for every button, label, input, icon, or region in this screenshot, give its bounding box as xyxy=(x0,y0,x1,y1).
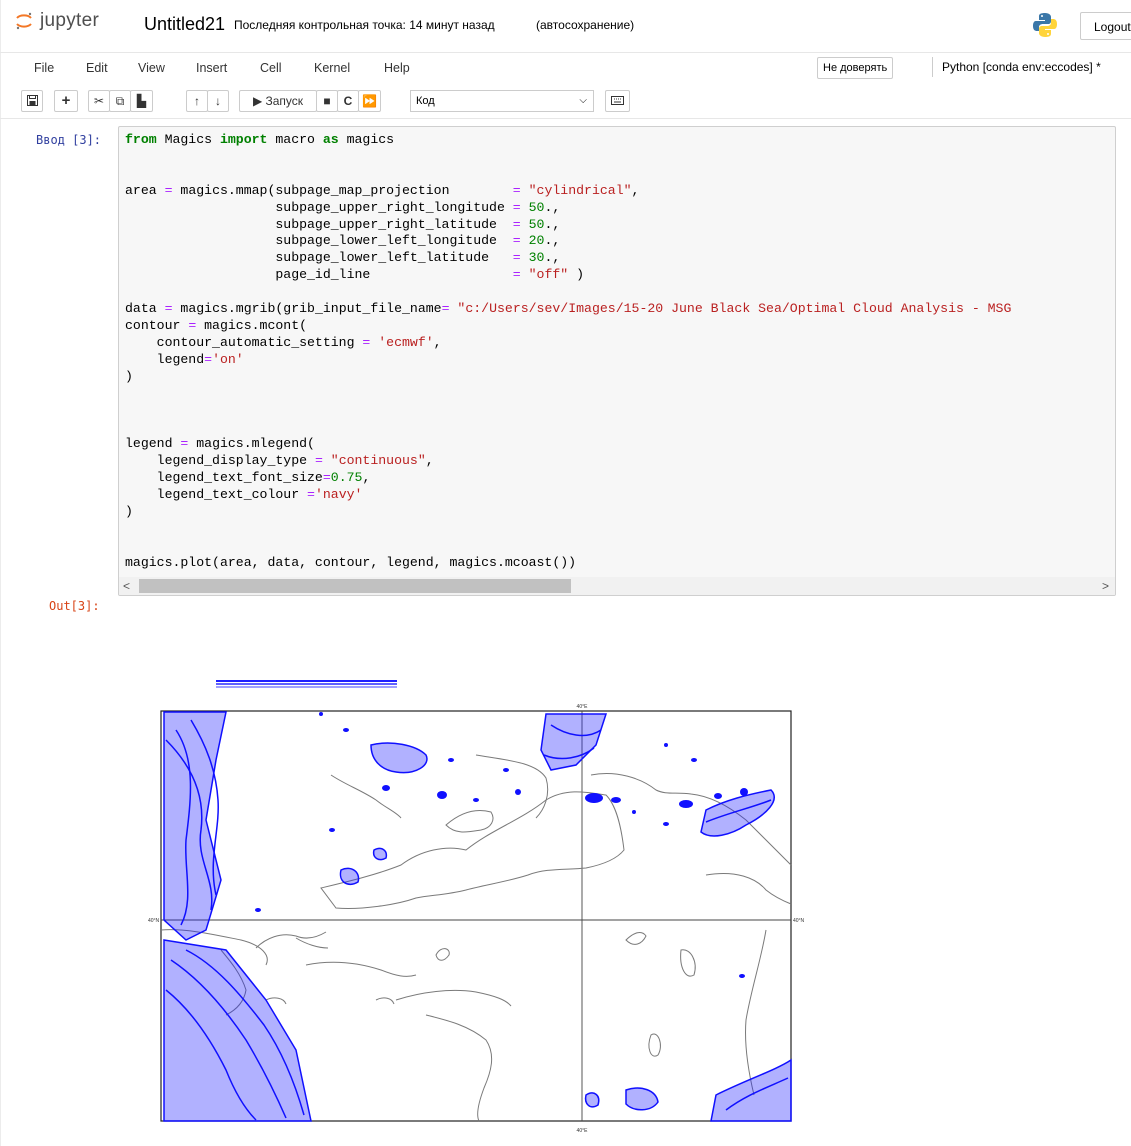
jupyter-logo[interactable]: jupyter xyxy=(14,10,99,32)
restart-button[interactable]: C xyxy=(337,90,359,112)
scrollbar-thumb[interactable] xyxy=(139,579,571,593)
toolbar: + ✂ ⧉ ▙ ↑ ↓ ▶ Запуск ■ C ⏩ Код ⌵ xyxy=(0,84,1131,119)
menu-view[interactable]: View xyxy=(138,61,165,75)
code-line[interactable]: subpage_lower_left_latitude = 30., xyxy=(125,250,560,265)
logout-button[interactable]: Logout xyxy=(1080,12,1131,40)
lat-label-left: 40°N xyxy=(148,918,160,924)
code-line[interactable]: legend='on' xyxy=(125,352,244,367)
input-prompt: Ввод [3]: xyxy=(36,133,102,147)
command-palette-button[interactable] xyxy=(605,90,630,112)
output-prompt: Out[3]: xyxy=(49,599,100,613)
code-line[interactable]: page_id_line = "off" ) xyxy=(125,267,584,282)
chevron-down-icon: ⌵ xyxy=(579,95,587,106)
code-line[interactable]: contour_automatic_setting = 'ecmwf', xyxy=(125,335,442,350)
code-line[interactable]: data = magics.mgrib(grib_input_file_name… xyxy=(125,301,1011,316)
checkpoint-status: Последняя контрольная точка: 14 минут на… xyxy=(234,18,495,32)
contour-legend-bar xyxy=(216,680,397,688)
save-icon xyxy=(26,95,38,106)
code-line[interactable]: subpage_upper_right_longitude = 50., xyxy=(125,200,560,215)
code-line[interactable]: subpage_upper_right_latitude = 50., xyxy=(125,217,560,232)
code-line[interactable]: legend_text_font_size=0.75, xyxy=(125,470,371,485)
lon-label-bottom: 40°E xyxy=(577,1128,589,1134)
restart-icon: C xyxy=(343,94,353,108)
menu-cell[interactable]: Cell xyxy=(260,61,282,75)
menu-kernel[interactable]: Kernel xyxy=(314,61,350,75)
cell-type-value: Код xyxy=(416,95,435,107)
scroll-left-icon[interactable]: < xyxy=(123,577,130,595)
page-left-border xyxy=(0,0,1,1146)
paste-button[interactable]: ▙ xyxy=(130,90,153,112)
lon-label-top: 40°E xyxy=(577,704,589,710)
code-line[interactable]: area = magics.mmap(subpage_map_projectio… xyxy=(125,183,639,198)
fast-forward-icon: ⏩ xyxy=(362,94,377,108)
map-output-plot: 40°E 40°E 40°N 40°N xyxy=(148,704,805,1134)
menu-help[interactable]: Help xyxy=(384,61,410,75)
lat-label-right: 40°N xyxy=(793,918,805,924)
cut-button[interactable]: ✂ xyxy=(88,90,110,112)
scissors-icon: ✂ xyxy=(93,94,105,108)
menu-edit[interactable]: Edit xyxy=(86,61,108,75)
menu-insert[interactable]: Insert xyxy=(196,61,227,75)
code-input-area[interactable]: from Magics import macro as magics area … xyxy=(118,126,1116,596)
paste-icon: ▙ xyxy=(136,94,147,108)
insert-cell-button[interactable]: + xyxy=(54,90,78,112)
code-line[interactable]: contour = magics.mcont( xyxy=(125,318,307,333)
autosave-status: (автосохранение) xyxy=(536,18,635,32)
stop-icon: ■ xyxy=(323,94,331,108)
kernel-indicator[interactable]: Python [conda env:eccodes] * xyxy=(932,57,1101,77)
keyboard-icon xyxy=(611,96,624,105)
code-editor[interactable]: from Magics import macro as magics area … xyxy=(125,132,1011,572)
code-line[interactable]: ) xyxy=(125,369,133,384)
menubar: File Edit View Insert Cell Kernel Help Н… xyxy=(0,52,1131,85)
trust-button[interactable]: Не доверять xyxy=(817,57,894,79)
code-line[interactable]: legend_text_colour ='navy' xyxy=(125,487,363,502)
code-line[interactable]: ) xyxy=(125,504,133,519)
run-button[interactable]: ▶ Запуск xyxy=(239,90,317,112)
plus-icon: + xyxy=(61,92,71,109)
notebook-header: jupyter Untitled21 Последняя контрольная… xyxy=(0,0,1131,52)
notebook-name[interactable]: Untitled21 xyxy=(144,14,225,35)
arrow-up-icon: ↑ xyxy=(194,94,200,108)
python-logo-icon xyxy=(1033,13,1057,37)
code-line[interactable]: from Magics import macro as magics xyxy=(125,132,394,147)
copy-icon: ⧉ xyxy=(115,94,125,108)
scroll-right-icon[interactable]: > xyxy=(1102,577,1109,595)
jupyter-ring-icon xyxy=(16,12,32,30)
move-up-button[interactable]: ↑ xyxy=(186,90,208,112)
cell-type-select[interactable]: Код ⌵ xyxy=(410,90,594,112)
horizontal-scrollbar[interactable]: < > xyxy=(119,577,1115,595)
copy-button[interactable]: ⧉ xyxy=(109,90,131,112)
interrupt-button[interactable]: ■ xyxy=(316,90,338,112)
restart-run-all-button[interactable]: ⏩ xyxy=(358,90,381,112)
save-button[interactable] xyxy=(21,90,43,112)
jupyter-logo-text: jupyter xyxy=(40,10,100,31)
code-line[interactable]: legend_display_type = "continuous", xyxy=(125,453,434,468)
arrow-down-icon: ↓ xyxy=(215,94,221,108)
move-down-button[interactable]: ↓ xyxy=(207,90,229,112)
code-line[interactable]: magics.plot(area, data, contour, legend,… xyxy=(125,555,576,570)
code-line[interactable]: legend = magics.mlegend( xyxy=(125,436,315,451)
menu-file[interactable]: File xyxy=(34,61,54,75)
code-line[interactable]: subpage_lower_left_longitude = 20., xyxy=(125,233,560,248)
